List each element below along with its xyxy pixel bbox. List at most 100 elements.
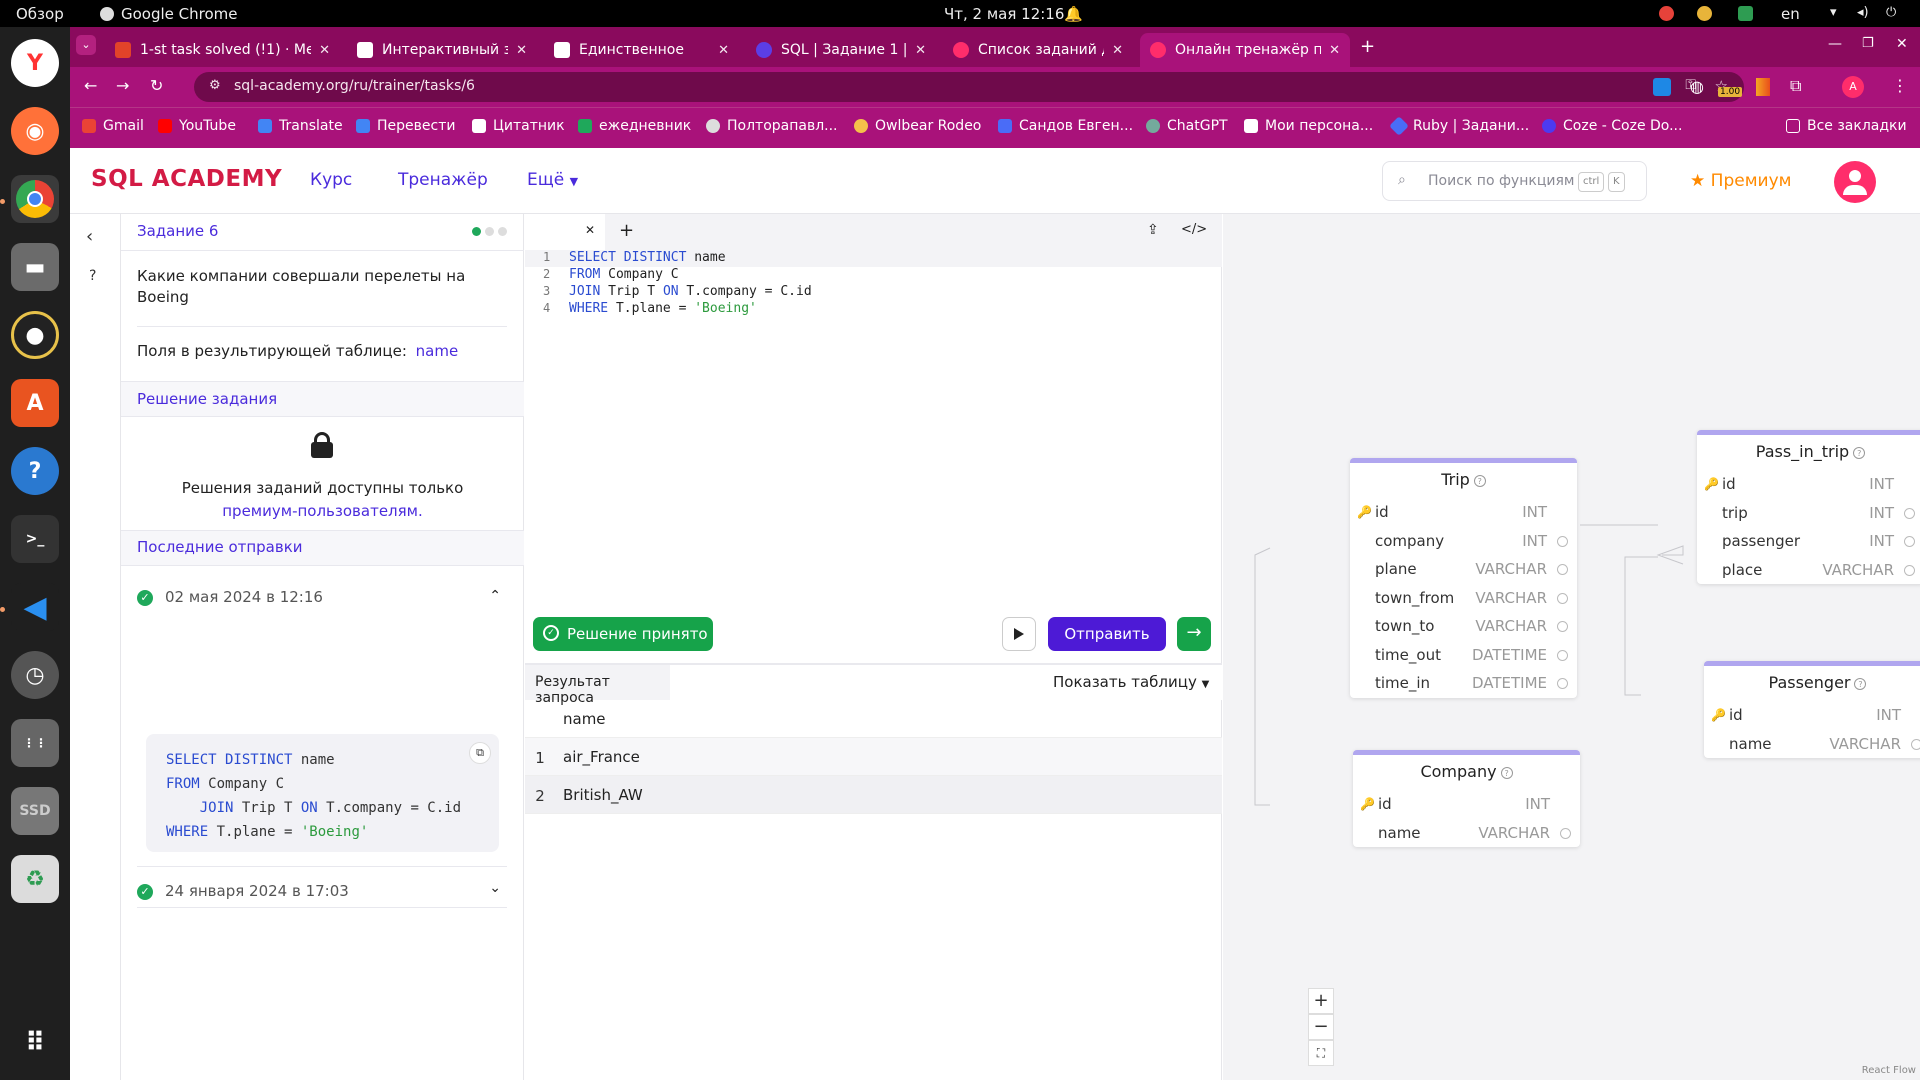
rhythmbox-icon[interactable]: ● <box>11 311 59 359</box>
address-bar[interactable]: ⚙ sql-academy.org/ru/trainer/tasks/6 ⚿ ☆ <box>194 72 1744 102</box>
clock-app-icon[interactable]: ◷ <box>11 651 59 699</box>
site-info-icon[interactable]: ⚙ <box>209 78 221 93</box>
submission-item[interactable]: ✓ 24 января 2024 в 17:03 ⌄ <box>137 880 507 900</box>
browser-menu-icon[interactable]: ⋮ <box>1892 76 1908 95</box>
nav-more[interactable]: Ещё ▼ <box>527 170 578 190</box>
bookmark-translate[interactable]: Translate <box>258 118 343 134</box>
browser-tab[interactable]: 1-st task solved (!1) · Me ✕ <box>105 33 340 67</box>
trash-icon[interactable]: ♻ <box>11 855 59 903</box>
browser-tab[interactable]: SQL | Задание 1 | Kaiten ✕ <box>746 33 936 67</box>
power-icon[interactable]: ⏻ <box>1886 5 1896 20</box>
close-tab-icon[interactable]: ✕ <box>516 43 527 58</box>
tray-chrome-icon[interactable] <box>1697 6 1712 21</box>
field-info-icon[interactable] <box>1904 564 1915 576</box>
maximize-icon[interactable]: ❐ <box>1862 36 1874 51</box>
close-tab-icon[interactable]: ✕ <box>718 43 729 58</box>
editor-tab[interactable]: ✕ <box>525 214 605 250</box>
share-icon[interactable]: ⇪ <box>1147 222 1159 238</box>
clock[interactable]: Чт, 2 мая 12:16 <box>944 5 1064 23</box>
minimize-icon[interactable]: — <box>1828 36 1842 52</box>
show-table-dropdown[interactable]: Показать таблицу ▼ <box>1053 673 1209 691</box>
chevron-up-icon[interactable]: ⌃ <box>489 588 501 604</box>
run-query-button[interactable] <box>1002 617 1036 651</box>
all-bookmarks-folder[interactable]: Все закладки <box>1786 118 1907 134</box>
nav-trainer[interactable]: Тренажёр <box>398 170 488 190</box>
field-info-icon[interactable] <box>1560 827 1571 839</box>
er-table-passenger[interactable]: Passenger? 🔑 id INT name VARCHAR <box>1704 661 1920 758</box>
extension-translate-icon[interactable] <box>1653 78 1671 96</box>
terminal-icon[interactable]: >_ <box>11 515 59 563</box>
er-table-company[interactable]: Company? 🔑 id INT name VARCHAR <box>1353 750 1580 847</box>
ssd-drive-icon[interactable]: SSD <box>11 787 59 835</box>
app-center-icon[interactable]: A <box>11 379 59 427</box>
tray-shield-icon[interactable] <box>1738 6 1753 21</box>
schema-diagram[interactable]: Trip? 🔑 id INT company INT plane VARCHAR tow… <box>1223 214 1920 1080</box>
fit-view-button[interactable]: ⛶ <box>1308 1040 1334 1066</box>
close-tab-icon[interactable]: ✕ <box>1112 43 1123 58</box>
help-question-icon[interactable]: ? <box>89 268 96 284</box>
yandex-browser-icon[interactable]: Y <box>11 39 59 87</box>
back-icon[interactable]: ← <box>84 76 97 95</box>
close-tab-icon[interactable]: ✕ <box>915 43 926 58</box>
firefox-icon[interactable]: ◉ <box>11 107 59 155</box>
result-tab[interactable]: Результат запроса <box>525 665 670 706</box>
zoom-out-button[interactable]: − <box>1308 1014 1334 1040</box>
vscode-icon[interactable]: ◀ <box>11 583 59 631</box>
tab-search-icon[interactable]: ⌄ <box>76 35 96 55</box>
premium-users-link[interactable]: премиум-пользователям. <box>121 502 524 520</box>
close-tab-icon[interactable]: ✕ <box>319 43 330 58</box>
sql-academy-logo[interactable]: SQL ACADEMY <box>91 166 282 192</box>
field-info-icon[interactable] <box>1904 507 1915 519</box>
active-app-indicator[interactable]: Google Chrome <box>100 5 238 23</box>
extension-badge[interactable]: 1.00 <box>1718 87 1743 97</box>
browser-tab[interactable]: Список заданий для тре ✕ <box>943 33 1133 67</box>
new-tab-icon[interactable]: + <box>1360 36 1375 57</box>
close-tab-icon[interactable]: ✕ <box>1329 43 1340 58</box>
bookmark-gmail[interactable]: Gmail <box>82 118 144 134</box>
chrome-icon[interactable] <box>11 175 59 223</box>
bookmark-owlbear[interactable]: Owlbear Rodeo <box>854 118 981 134</box>
bookmark-coze[interactable]: Coze - Coze Do... <box>1542 118 1682 134</box>
close-window-icon[interactable]: ✕ <box>1896 36 1908 52</box>
field-info-icon[interactable] <box>1557 621 1568 632</box>
files-icon[interactable]: ▬ <box>11 243 59 291</box>
bookmark-tsitatnik[interactable]: Цитатник <box>472 118 565 134</box>
close-editor-tab-icon[interactable]: ✕ <box>585 223 595 237</box>
profile-avatar[interactable]: A <box>1842 76 1864 98</box>
bookmark-youtube[interactable]: YouTube <box>158 118 236 134</box>
field-info-icon[interactable] <box>1904 536 1915 547</box>
browser-tab[interactable]: Единственное ✕ <box>544 33 739 67</box>
browser-tab[interactable]: Интерактивный заполн ✕ <box>347 33 537 67</box>
extension-globe-icon[interactable]: ◍ <box>1690 77 1704 96</box>
submit-button[interactable]: Отправить <box>1048 617 1166 651</box>
bookmark-perevesti[interactable]: Перевести <box>356 118 455 134</box>
browser-tab-active[interactable]: Онлайн тренажёр по SQ ✕ <box>1140 33 1350 67</box>
show-apps-icon[interactable]: ⠿ <box>11 1019 59 1067</box>
search-input[interactable]: ⌕ Поиск по функциям ctrl K <box>1382 161 1647 201</box>
info-icon[interactable]: ? <box>1500 766 1513 779</box>
info-icon[interactable]: ? <box>1854 677 1867 690</box>
field-info-icon[interactable] <box>1557 535 1568 547</box>
tray-app-icon[interactable] <box>1659 6 1674 21</box>
field-info-icon[interactable] <box>1557 592 1568 604</box>
activities-button[interactable]: Обзор <box>16 5 64 23</box>
field-info-icon[interactable] <box>1911 738 1920 750</box>
bookmark-ezhednevnik[interactable]: ежедневник <box>578 118 691 134</box>
bookmark-ruby[interactable]: Ruby | Задани... <box>1389 116 1529 136</box>
field-info-icon[interactable] <box>1557 649 1568 661</box>
forward-icon[interactable]: → <box>116 76 129 95</box>
input-language[interactable]: en <box>1781 5 1800 23</box>
field-info-icon[interactable] <box>1557 678 1568 689</box>
chevron-down-icon[interactable]: ⌄ <box>489 880 501 896</box>
add-editor-tab-icon[interactable]: + <box>619 220 634 241</box>
reload-icon[interactable]: ↻ <box>150 76 163 95</box>
collapse-panel-icon[interactable]: ‹ <box>86 226 93 247</box>
copy-icon[interactable]: ⧉ <box>469 742 491 764</box>
bookmark-sandov[interactable]: Сандов Евген... <box>998 118 1133 134</box>
zoom-in-button[interactable]: + <box>1308 988 1334 1014</box>
extension-flag-icon[interactable] <box>1756 78 1770 96</box>
next-task-button[interactable]: → <box>1177 617 1211 651</box>
er-table-pass-in-trip[interactable]: Pass_in_trip? 🔑 id INT trip INT passenger IN… <box>1697 430 1920 584</box>
field-info-icon[interactable] <box>1557 564 1568 575</box>
drive-icon[interactable]: ⋮⋮ <box>11 719 59 767</box>
